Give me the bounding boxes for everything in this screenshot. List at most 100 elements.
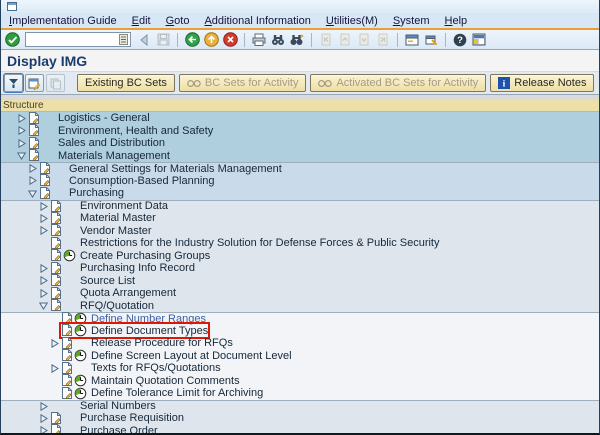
tree-item-label[interactable]: Logistics - General [58,112,150,124]
tree-row-logistics-general[interactable]: Logistics - General [1,112,599,125]
exit-icon[interactable] [203,31,219,48]
expand-node-icon[interactable] [39,264,50,273]
img-doc-icon[interactable] [61,362,74,375]
tree-row-purchasing[interactable]: Purchasing [1,187,599,200]
tree-row-general-settings-for-materials-management[interactable]: General Settings for Materials Managemen… [1,162,599,175]
command-list-icon[interactable] [119,34,128,45]
expand-node-icon[interactable] [17,126,28,135]
img-doc-icon[interactable] [28,112,41,125]
tree-item-label[interactable]: Define Document Types [91,325,208,337]
menu-additional-information[interactable]: Additional Information [204,15,310,27]
menu-edit[interactable]: Edit [132,15,151,27]
sap-window-icon[interactable] [7,2,17,11]
tree-row-create-purchasing-groups[interactable]: Create Purchasing Groups [1,250,599,263]
tree-item-label[interactable]: Serial Numbers [80,400,156,412]
img-doc-icon[interactable] [50,287,63,300]
expand-node-icon[interactable] [50,339,61,348]
tree-row-define-screen-layout-at-document-level[interactable]: Define Screen Layout at Document Level [1,350,599,363]
expand-node-icon[interactable] [28,164,39,173]
menu-implementation-guide[interactable]: Implementation Guide [9,15,117,27]
img-activity-icon[interactable] [74,374,89,387]
img-doc-icon[interactable] [50,224,63,237]
tree-item-label[interactable]: Texts for RFQs/Quotations [91,362,221,374]
menu-system[interactable]: System [393,15,430,27]
tree-item-label[interactable]: Environment Data [80,200,168,212]
tree-item-label[interactable]: Create Purchasing Groups [80,250,210,262]
tree-item-label[interactable]: Define Screen Layout at Document Level [91,350,292,362]
expand-node-icon[interactable] [39,226,50,235]
cancel-icon[interactable] [222,31,238,48]
print-icon[interactable] [251,31,267,48]
new-session-icon[interactable] [404,31,420,48]
img-activity-icon[interactable] [74,349,89,362]
img-doc-icon[interactable] [61,387,74,400]
tree-row-purchase-order[interactable]: Purchase Order [1,425,599,434]
tree-row-define-tolerance-limit-for-archiving[interactable]: Define Tolerance Limit for Archiving [1,387,599,400]
tree-item-label[interactable]: Release Procedure for RFQs [91,337,233,349]
expand-node-icon[interactable] [17,139,28,148]
tree-item-label[interactable]: Purchasing Info Record [80,262,195,274]
collapse-node-icon[interactable] [39,301,50,310]
tree-item-label[interactable]: General Settings for Materials Managemen… [69,163,282,175]
find-icon[interactable] [270,31,286,48]
tree-item-label[interactable]: Materials Management [58,150,170,162]
tree-row-consumption-based-planning[interactable]: Consumption-Based Planning [1,175,599,188]
existing-bc-sets-button[interactable]: Existing BC Sets [77,74,175,92]
tree-row-materials-management[interactable]: Materials Management [1,150,599,163]
tree-row-define-document-types[interactable]: Define Document Types [1,325,599,338]
menu-help[interactable]: Help [445,15,468,27]
tree-row-environment-health-and-safety[interactable]: Environment, Health and Safety [1,125,599,138]
tree-row-rfq-quotation[interactable]: RFQ/Quotation [1,300,599,313]
expand-node-icon[interactable] [39,426,50,433]
tree-row-maintain-quotation-comments[interactable]: Maintain Quotation Comments [1,375,599,388]
help-icon[interactable]: ? [452,31,468,48]
collapse-node-icon[interactable] [17,151,28,160]
expand-node-icon[interactable] [39,202,50,211]
expand-node-icon[interactable] [28,176,39,185]
tree-item-label[interactable]: RFQ/Quotation [80,300,154,312]
tree-row-sales-and-distribution[interactable]: Sales and Distribution [1,137,599,150]
tree-item-label[interactable]: Sales and Distribution [58,137,165,149]
enter-check-icon[interactable] [4,31,20,48]
tree-item-label[interactable]: Environment, Health and Safety [58,125,213,137]
img-doc-icon[interactable] [50,424,63,433]
tree-item-label[interactable]: Maintain Quotation Comments [91,375,240,387]
img-doc-icon[interactable] [28,149,41,162]
tree-item-label[interactable]: Define Number Ranges [91,313,206,325]
img-doc-icon[interactable] [61,337,74,350]
tree-row-serial-numbers[interactable]: Serial Numbers [1,400,599,413]
tree-row-texts-for-rfqs-quotations[interactable]: Texts for RFQs/Quotations [1,362,599,375]
command-field[interactable] [27,34,119,46]
expand-node-icon[interactable] [39,289,50,298]
tree-row-material-master[interactable]: Material Master [1,212,599,225]
img-activity-icon[interactable] [63,249,78,262]
expand-node-icon[interactable] [39,214,50,223]
scroll-left-icon[interactable] [136,31,152,48]
img-doc-icon[interactable] [50,412,63,425]
img-doc-icon[interactable] [39,187,52,200]
tree-row-purchase-requisition[interactable]: Purchase Requisition [1,412,599,425]
img-doc-icon[interactable] [39,174,52,187]
img-doc-icon[interactable] [28,137,41,150]
tree-row-restrictions-for-the-industry-solution-for-defense-forces-public-security[interactable]: Restrictions for the Industry Solution f… [1,237,599,250]
img-doc-icon[interactable] [50,212,63,225]
img-doc-icon[interactable] [50,249,63,262]
tree-row-release-procedure-for-rfqs[interactable]: Release Procedure for RFQs [1,337,599,350]
expand-hierarchy-icon[interactable] [4,74,23,92]
tree-item-label[interactable]: Restrictions for the Industry Solution f… [80,237,440,249]
expand-node-icon[interactable] [39,276,50,285]
expand-node-icon[interactable] [17,114,28,123]
img-doc-icon[interactable] [61,349,74,362]
collapse-node-icon[interactable] [28,189,39,198]
find-next-icon[interactable] [289,31,305,48]
back-icon[interactable] [184,31,200,48]
menu-goto[interactable]: Goto [166,15,190,27]
tree-item-label[interactable]: Consumption-Based Planning [69,175,215,187]
tree-row-quota-arrangement[interactable]: Quota Arrangement [1,287,599,300]
img-doc-icon[interactable] [50,262,63,275]
tree-item-label[interactable]: Purchasing [69,187,124,199]
tree-item-label[interactable]: Define Tolerance Limit for Archiving [91,387,263,399]
tree-item-label[interactable]: Material Master [80,212,156,224]
img-doc-icon[interactable] [50,299,63,312]
img-doc-icon[interactable] [61,374,74,387]
